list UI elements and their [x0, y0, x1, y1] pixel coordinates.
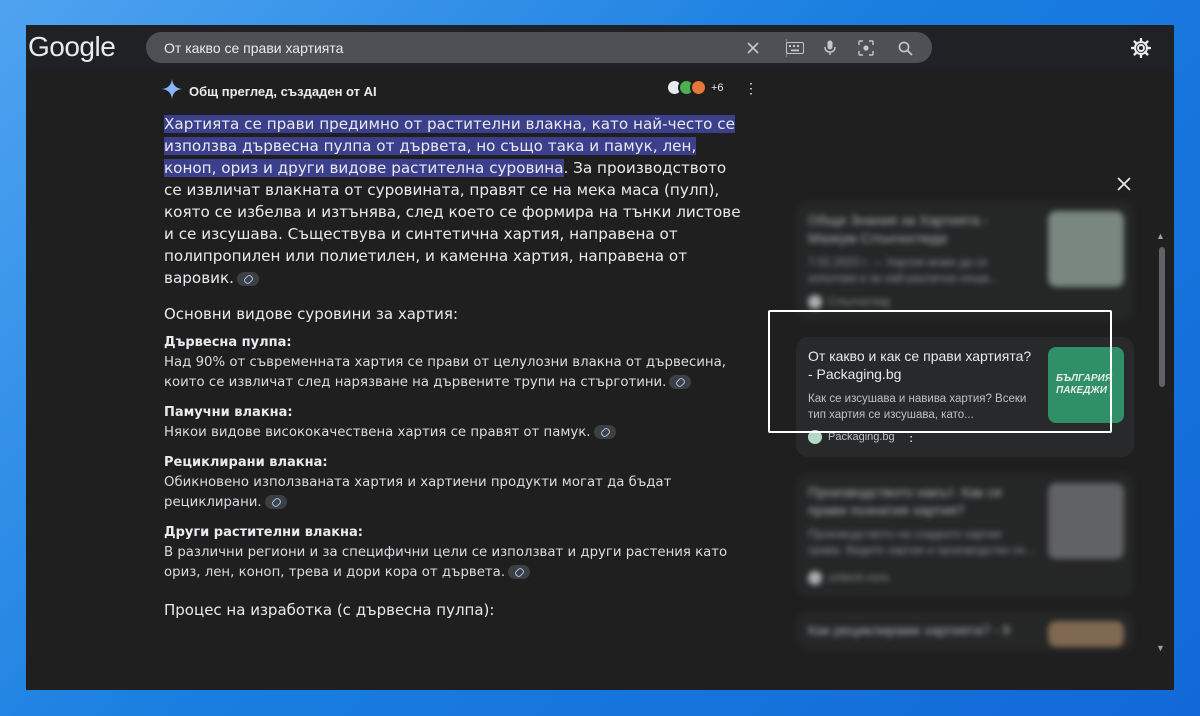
- item-text: Обикновено използваната хартия и хартиен…: [164, 475, 672, 510]
- link-icon[interactable]: [593, 425, 616, 439]
- google-logo[interactable]: Google: [28, 31, 116, 63]
- close-icon[interactable]: [742, 37, 764, 59]
- item-title: Памучни влакна:: [164, 405, 293, 420]
- source-avatar: [690, 79, 707, 96]
- link-icon[interactable]: [508, 565, 531, 579]
- item-title: Други растителни влакна:: [164, 525, 363, 540]
- ai-overview-content: Хартията се прави предимно от растителни…: [164, 113, 744, 619]
- sources-more-count: +6: [711, 81, 724, 94]
- ai-overview-header: Общ преглед, създаден от AI: [162, 78, 377, 104]
- gear-icon[interactable]: [1128, 35, 1154, 61]
- card-thumbnail: [1048, 211, 1124, 287]
- sparkle-icon: [162, 78, 182, 104]
- item-title: Рециклирани влакна:: [164, 455, 328, 470]
- scroll-up-icon[interactable]: ▲: [1156, 231, 1165, 241]
- lead-paragraph: Хартията се прави предимно от растителни…: [164, 113, 744, 289]
- scrollbar-thumb[interactable]: [1159, 247, 1165, 387]
- card-source: unitech-vsxs: [808, 571, 889, 585]
- card-title: Как рециклираме хартията? - fr: [808, 622, 1012, 638]
- card-thumbnail: [1048, 483, 1124, 559]
- ai-overview-title: Общ преглед, създаден от AI: [189, 83, 377, 99]
- card-source: Слънчоглед: [808, 295, 890, 309]
- card-thumbnail: [1048, 621, 1124, 647]
- search-box[interactable]: От какво се прави хартията: [146, 32, 932, 63]
- link-icon[interactable]: [669, 375, 692, 389]
- keyboard-icon[interactable]: [784, 37, 806, 59]
- card-desc: 7.02.2023 г. — Хартия може да се използв…: [808, 257, 999, 285]
- focus-highlight-box: [768, 310, 1112, 433]
- item-title: Дървесна пулпа:: [164, 335, 292, 350]
- more-options-icon[interactable]: ⋮: [744, 80, 758, 97]
- lead-text: . За производството се извличат влакната…: [164, 159, 741, 287]
- search-icon[interactable]: [894, 37, 916, 59]
- source-card[interactable]: Производството накът: Как се прави позна…: [796, 473, 1134, 597]
- link-icon[interactable]: [264, 495, 287, 509]
- link-icon[interactable]: [237, 271, 260, 286]
- section-heading: Основни видове суровини за хартия:: [164, 305, 459, 323]
- favicon: [808, 295, 822, 309]
- lens-icon[interactable]: [855, 37, 877, 59]
- card-desc: Производството на сладкото хартия прави.…: [808, 529, 1035, 557]
- ai-overview-panel: Общ преглед, създаден от AI +6 ⋮ Хартият…: [26, 71, 778, 690]
- item-text: В различни региони и за специфични цели …: [164, 545, 728, 580]
- card-title: Производството накът: Как се прави позна…: [808, 484, 1003, 518]
- top-bar: Google От какво се прави хартията: [26, 25, 1174, 71]
- microphone-icon[interactable]: [819, 37, 841, 59]
- source-card[interactable]: Общи Знания за Хартията - Мазкум Слънчог…: [796, 201, 1134, 321]
- search-input[interactable]: От какво се прави хартията: [164, 40, 343, 56]
- card-title: Общи Знания за Хартията - Мазкум Слънчог…: [808, 212, 989, 246]
- source-avatars[interactable]: +6: [666, 79, 724, 96]
- source-card[interactable]: Как рециклираме хартията? - fr: [796, 611, 1134, 651]
- close-icon[interactable]: [1116, 175, 1132, 198]
- favicon: [808, 571, 822, 585]
- process-heading: Процес на изработка (с дървесна пулпа):: [164, 601, 495, 619]
- item-text: Някои видове висококачествена хартия се …: [164, 423, 744, 443]
- item-text: Над 90% от съвременната хартия се прави …: [164, 355, 726, 390]
- scroll-down-icon[interactable]: ▼: [1156, 643, 1165, 653]
